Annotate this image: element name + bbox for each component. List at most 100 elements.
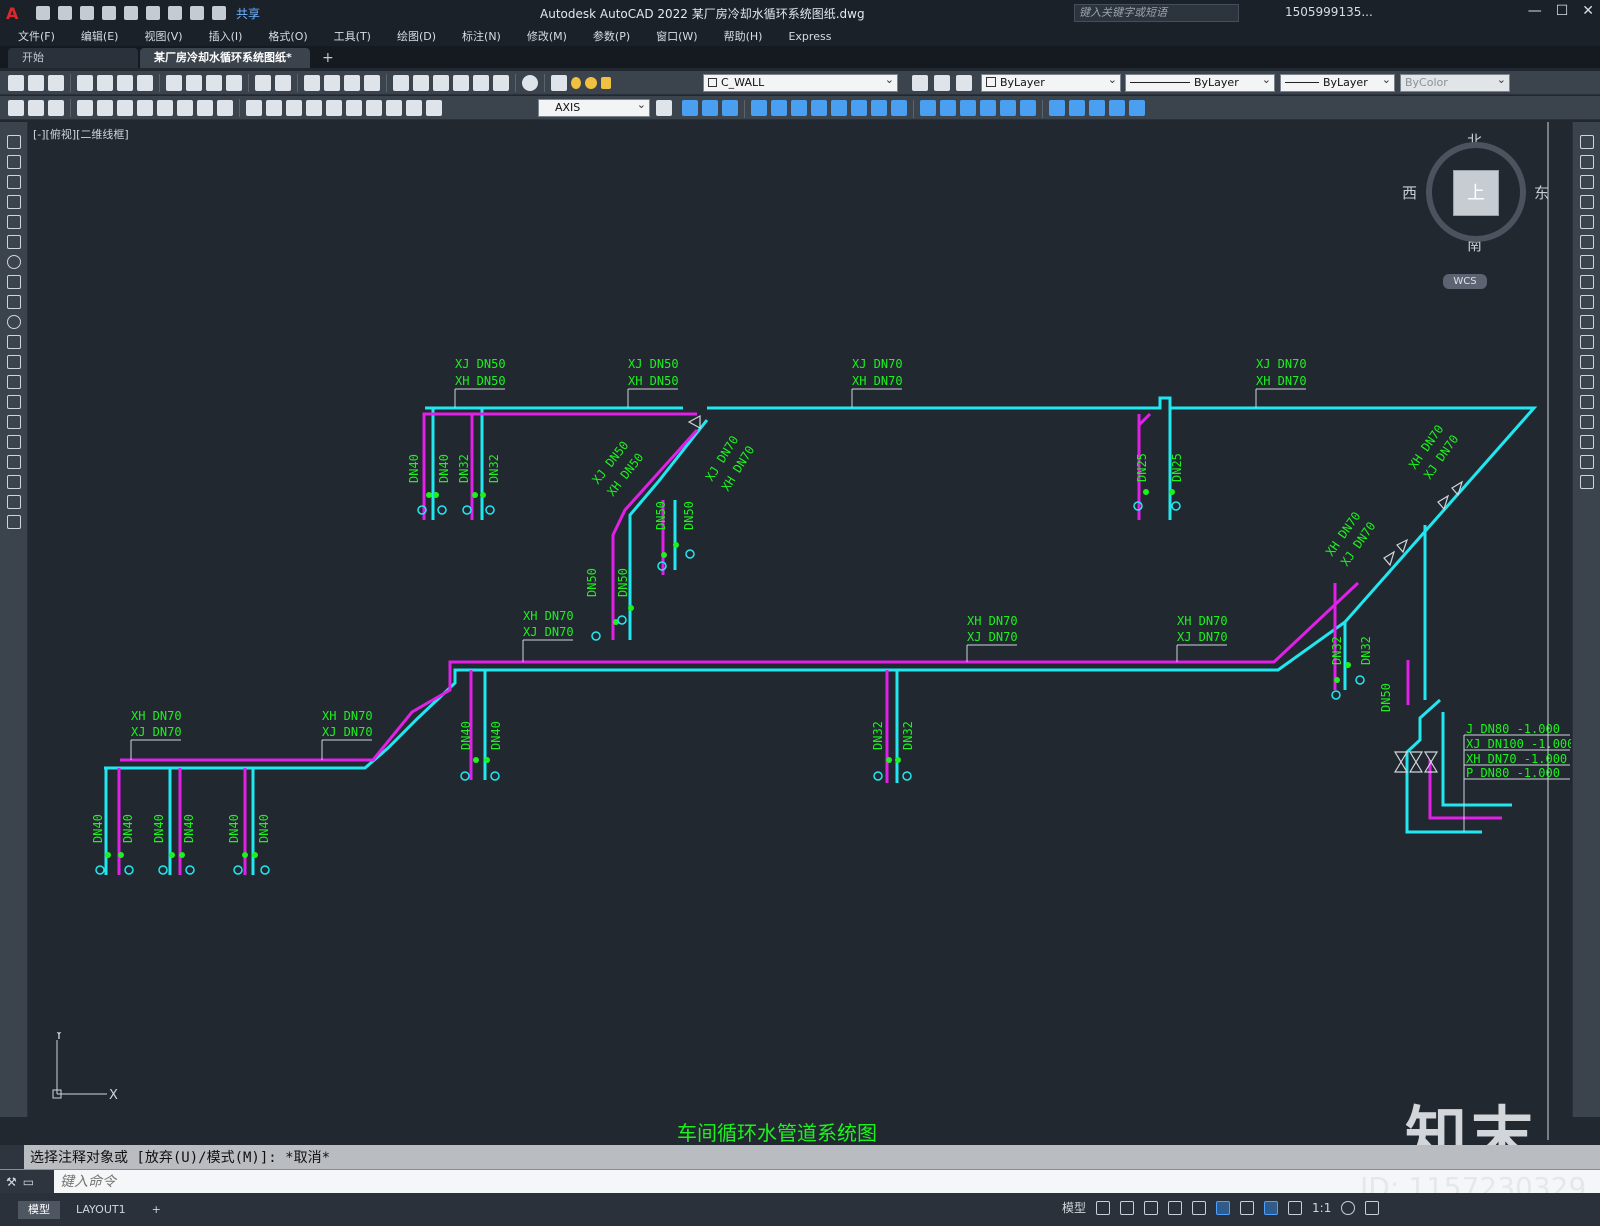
plot-icon[interactable] xyxy=(168,6,182,20)
layer-lock-icon[interactable] xyxy=(601,76,611,89)
print-preview-icon[interactable] xyxy=(97,74,113,91)
polar-icon[interactable] xyxy=(1168,1200,1183,1215)
user-account[interactable]: 1505999135... xyxy=(1285,5,1373,19)
ordinate-dim-icon[interactable] xyxy=(137,99,153,116)
angular-dim-icon[interactable] xyxy=(217,99,233,116)
offset-icon[interactable] xyxy=(751,100,767,116)
close-button[interactable]: ✕ xyxy=(1582,3,1594,19)
open-file-icon[interactable] xyxy=(58,6,72,20)
auto-scale-icon[interactable] xyxy=(1288,1200,1303,1215)
menu-format[interactable]: 格式(O) xyxy=(268,28,307,44)
radius-dim-icon[interactable] xyxy=(157,99,173,116)
spline-icon[interactable] xyxy=(6,295,21,309)
polygon-icon[interactable] xyxy=(6,195,21,209)
viewcube-top-face[interactable]: 上 xyxy=(1453,170,1499,216)
recent-commands-icon[interactable]: ▭ xyxy=(23,1175,34,1189)
grid-icon[interactable] xyxy=(1096,1200,1111,1215)
zoom-previous-icon[interactable] xyxy=(364,74,380,91)
jogged-linear-icon[interactable] xyxy=(406,99,422,116)
scale-side-icon[interactable] xyxy=(1579,275,1594,289)
circle-icon[interactable] xyxy=(6,255,21,269)
menu-dimension[interactable]: 标注(N) xyxy=(462,28,501,44)
draworder-front-icon[interactable] xyxy=(1049,100,1065,116)
menu-edit[interactable]: 编辑(E) xyxy=(81,28,119,44)
aligned-dim-icon[interactable] xyxy=(97,99,113,116)
jogged-dim-icon[interactable] xyxy=(177,99,193,116)
continue-dim-icon[interactable] xyxy=(286,99,302,116)
layer-freeze-icon[interactable] xyxy=(585,76,597,89)
copy-side-icon[interactable] xyxy=(1579,155,1594,169)
share-button[interactable]: 共享 xyxy=(236,5,260,22)
menu-file[interactable]: 文件(F) xyxy=(18,28,55,44)
copy-icon[interactable] xyxy=(186,74,202,91)
linear-dim-icon[interactable] xyxy=(77,99,93,116)
fillet-icon[interactable] xyxy=(980,100,996,116)
line-icon[interactable] xyxy=(6,135,21,149)
workspace-gear-icon[interactable] xyxy=(1341,1200,1356,1215)
web-open-icon[interactable] xyxy=(124,6,138,20)
mirror-side-icon[interactable] xyxy=(1579,175,1594,189)
layer-on-icon[interactable] xyxy=(571,76,581,89)
dimtedit-icon[interactable] xyxy=(28,99,44,116)
paste-icon[interactable] xyxy=(206,74,222,91)
wcs-menu[interactable]: WCS xyxy=(1443,274,1487,289)
dimstyle-icon[interactable] xyxy=(48,99,64,116)
properties-icon[interactable] xyxy=(393,74,409,91)
blend-icon[interactable] xyxy=(1000,100,1016,116)
break-side-icon[interactable] xyxy=(1579,375,1594,389)
extend-icon[interactable] xyxy=(891,100,907,116)
save-as-icon[interactable] xyxy=(102,6,116,20)
dim-space-icon[interactable] xyxy=(306,99,322,116)
menu-parametric[interactable]: 参数(P) xyxy=(593,28,630,44)
mirror-icon[interactable] xyxy=(722,100,738,116)
fillet-side-icon[interactable] xyxy=(1579,435,1594,449)
point-icon[interactable] xyxy=(6,395,21,409)
minimize-button[interactable]: — xyxy=(1528,3,1542,19)
polyline-icon[interactable] xyxy=(6,175,21,189)
join-icon[interactable] xyxy=(940,100,956,116)
annotation-visibility-icon[interactable] xyxy=(1264,1200,1279,1215)
menu-insert[interactable]: 插入(I) xyxy=(209,28,243,44)
viewcube-west[interactable]: 西 xyxy=(1402,182,1417,203)
join-side-icon[interactable] xyxy=(1579,395,1594,409)
menu-modify[interactable]: 修改(M) xyxy=(527,28,567,44)
ellipse-icon[interactable] xyxy=(6,315,21,329)
annotation-scale[interactable]: 1:1 xyxy=(1312,1201,1331,1215)
isodraft-icon[interactable] xyxy=(1192,1200,1207,1215)
object-snap-icon[interactable] xyxy=(1216,1200,1231,1215)
customize-icon[interactable]: ⚒ xyxy=(6,1175,17,1189)
save-icon[interactable] xyxy=(48,74,64,91)
make-block-icon[interactable] xyxy=(6,375,21,389)
tab-layout1[interactable]: LAYOUT1 xyxy=(66,1201,136,1219)
color-dropdown[interactable]: ByLayer xyxy=(981,74,1121,92)
arc-icon[interactable] xyxy=(6,235,21,249)
ellipse-arc-icon[interactable] xyxy=(6,335,21,349)
copy-object-icon[interactable] xyxy=(702,100,718,116)
print-icon[interactable] xyxy=(77,74,93,91)
baseline-dim-icon[interactable] xyxy=(266,99,282,116)
ortho-icon[interactable] xyxy=(1144,1200,1159,1215)
trim-side-icon[interactable] xyxy=(1579,315,1594,329)
text-front-icon[interactable] xyxy=(1129,100,1145,116)
pan-icon[interactable] xyxy=(304,74,320,91)
web-save-icon[interactable] xyxy=(146,6,160,20)
help-search-input[interactable]: 键入关键字或短语 xyxy=(1074,4,1239,22)
sheet-set-icon[interactable] xyxy=(453,74,469,91)
draworder-back-icon[interactable] xyxy=(1069,100,1085,116)
trim-icon[interactable] xyxy=(871,100,887,116)
inspection-icon[interactable] xyxy=(386,99,402,116)
region-icon[interactable] xyxy=(6,455,21,469)
redo-icon[interactable] xyxy=(212,6,226,20)
new-tab-button[interactable]: + xyxy=(312,48,344,68)
maximize-button[interactable]: ☐ xyxy=(1556,3,1569,19)
help-icon[interactable] xyxy=(522,74,538,91)
viewcube[interactable]: 北 西 东 南 上 WCS xyxy=(1400,130,1550,300)
menu-draw[interactable]: 绘图(D) xyxy=(397,28,436,44)
hatch-icon[interactable] xyxy=(6,415,21,429)
insert-block-icon[interactable] xyxy=(6,355,21,369)
lineweight-icon[interactable] xyxy=(1240,1200,1255,1215)
menu-help[interactable]: 帮助(H) xyxy=(724,28,763,44)
add-selected-icon[interactable] xyxy=(6,515,21,529)
move-side-icon[interactable] xyxy=(1579,235,1594,249)
quick-dim-icon[interactable] xyxy=(246,99,262,116)
